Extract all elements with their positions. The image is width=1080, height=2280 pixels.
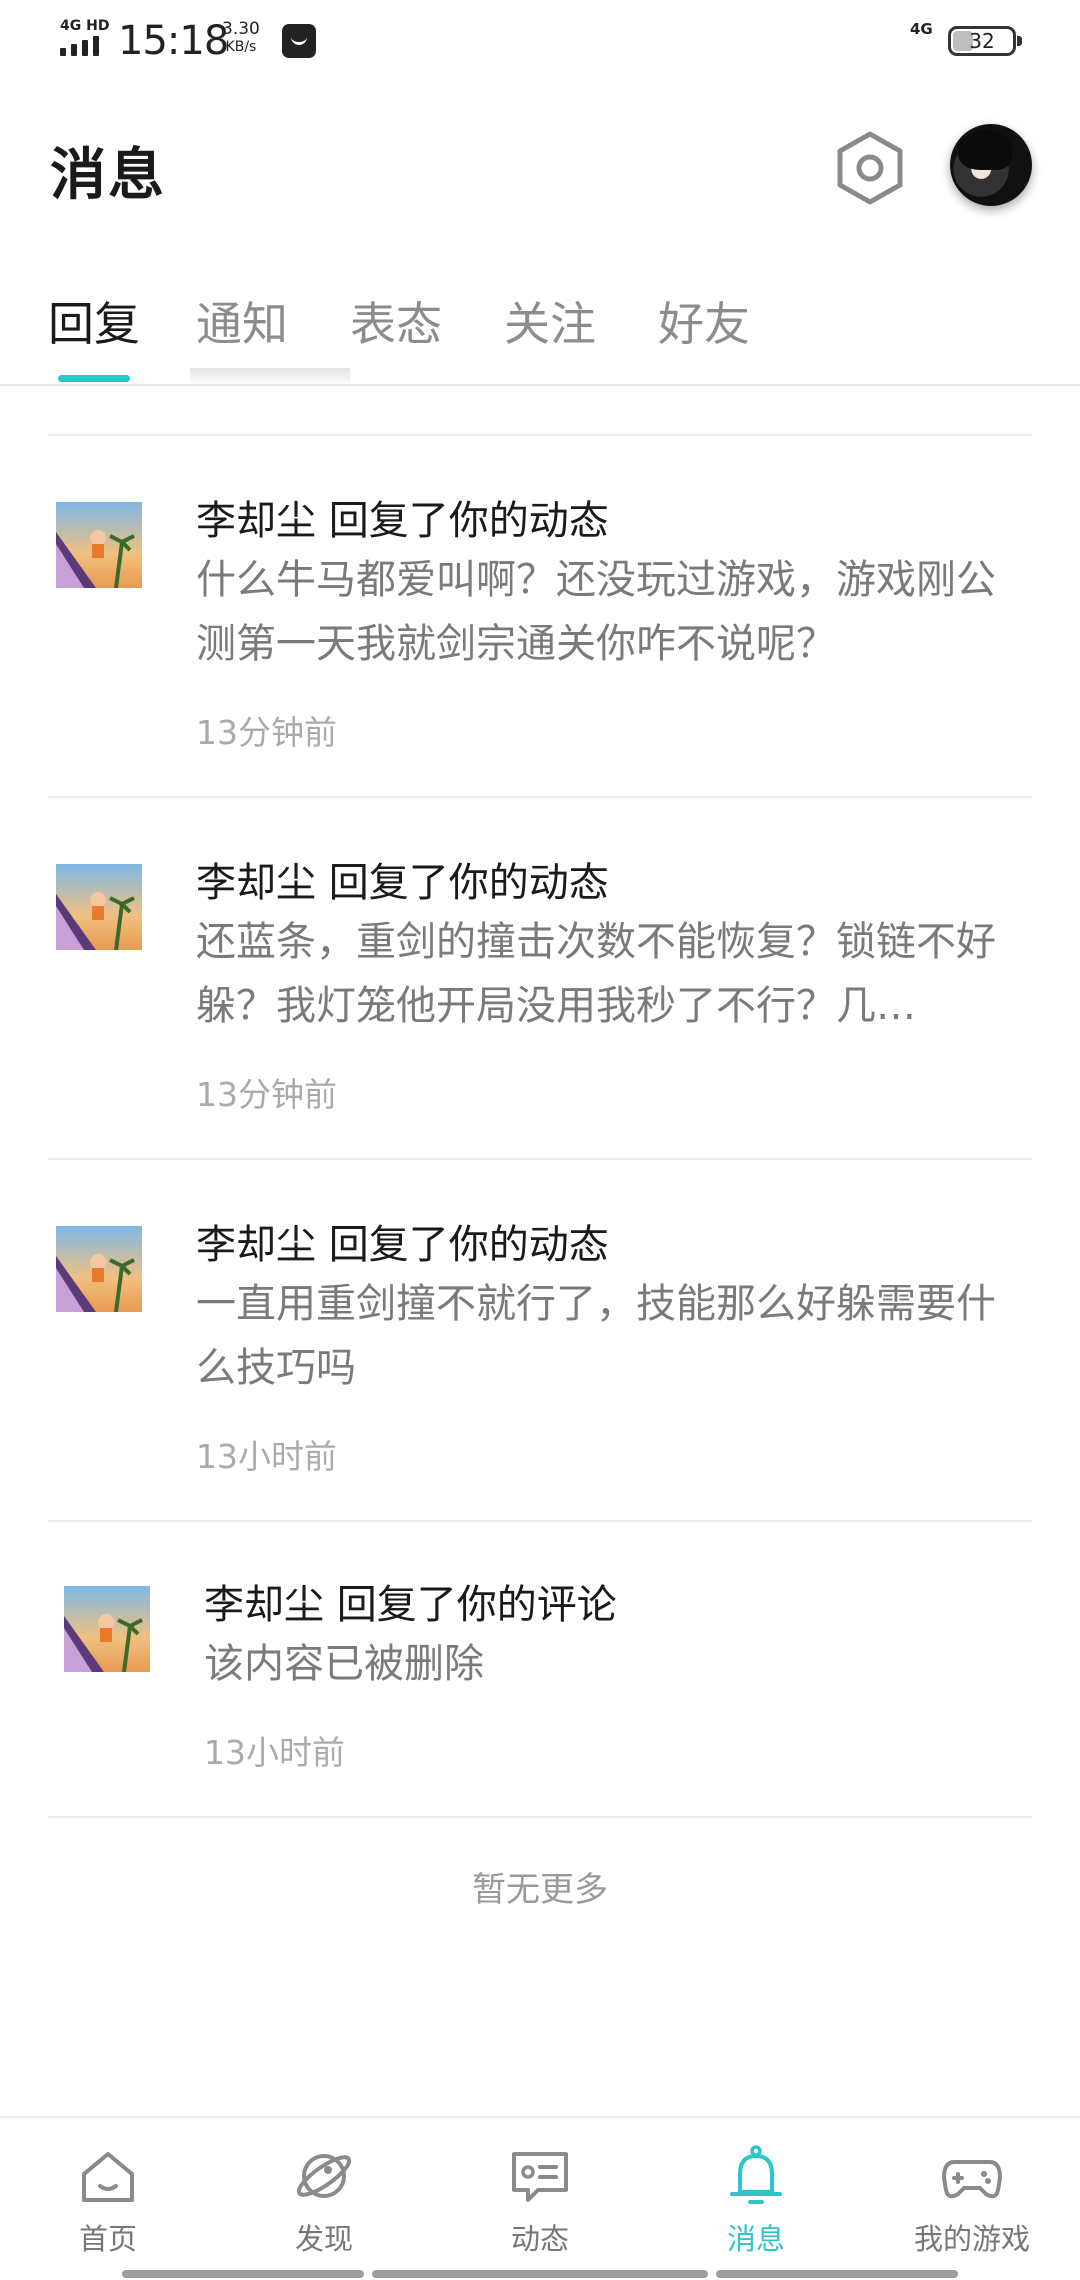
status-bar: 4G HD 15:18 3.30 KB/s 4G 32 — [0, 0, 1080, 84]
gesture-bar — [716, 2270, 958, 2278]
sender-avatar — [56, 864, 142, 950]
nav-home[interactable]: 首页 — [23, 2128, 193, 2258]
chat-card-icon — [512, 2152, 568, 2202]
tab-friends[interactable]: 好友 — [658, 288, 750, 354]
bell-icon — [730, 2145, 782, 2204]
signal-strength-icon — [60, 36, 99, 56]
notification-app-icon — [282, 24, 316, 58]
message-title: 李却尘 回复了你的动态 — [196, 1222, 609, 1268]
tab-notifications[interactable]: 通知 — [196, 288, 288, 354]
user-avatar[interactable] — [950, 124, 1032, 206]
status-time: 15:18 — [118, 18, 229, 64]
message-time: 13小时前 — [196, 1437, 337, 1476]
nav-discover[interactable]: 发现 — [239, 2128, 409, 2258]
page-title: 消息 — [50, 143, 166, 208]
message-body: 一直用重剑撞不就行了，技能那么好躲需要什么技巧吗 — [196, 1281, 996, 1391]
gesture-bar — [372, 2270, 708, 2278]
sender-avatar — [56, 1226, 142, 1312]
tab-follows[interactable]: 关注 — [504, 288, 596, 354]
nav-messages-label: 消息 — [726, 2222, 785, 2256]
tab-reactions[interactable]: 表态 — [350, 288, 442, 354]
mobile-data-indicator: 4G — [910, 20, 933, 38]
message-title: 李却尘 回复了你的动态 — [196, 860, 609, 906]
settings-button[interactable] — [830, 128, 910, 208]
home-icon — [82, 2152, 134, 2202]
list-end-text: 暂无更多 — [472, 1870, 608, 1910]
message-item[interactable]: 李却尘 回复了你的动态 还蓝条，重剑的撞击次数不能恢复？锁链不好躲？我灯笼他开局… — [0, 798, 1080, 1158]
planet-icon — [296, 2154, 352, 2198]
bottom-navigation: 首页 发现 动态 消息 我的游戏 — [0, 2116, 1080, 2280]
nav-home-label: 首页 — [78, 2222, 137, 2256]
message-title: 李却尘 回复了你的动态 — [196, 498, 609, 544]
nav-my-games[interactable]: 我的游戏 — [887, 2128, 1057, 2258]
nav-my-games-label: 我的游戏 — [913, 2222, 1030, 2256]
network-type-indicator: 4G HD — [60, 18, 110, 34]
battery-level: 32 — [969, 29, 995, 53]
battery-icon: 32 — [948, 26, 1022, 56]
message-item[interactable]: 李却尘 回复了你的动态 一直用重剑撞不就行了，技能那么好躲需要什么技巧吗 13小… — [0, 1160, 1080, 1520]
message-body: 什么牛马都爱叫啊？还没玩过游戏，游戏刚公测第一天我就剑宗通关你咋不说呢？ — [196, 557, 996, 667]
sender-avatar — [64, 1586, 150, 1672]
sender-avatar — [56, 502, 142, 588]
nav-discover-label: 发现 — [294, 2222, 353, 2256]
nav-feed-label: 动态 — [510, 2222, 569, 2256]
network-speed-unit: KB/s — [225, 39, 257, 55]
message-body: 还蓝条，重剑的撞击次数不能恢复？锁链不好躲？我灯笼他开局没用我秒了不行？几… — [196, 919, 996, 1029]
network-speed: 3.30 KB/s — [222, 20, 260, 56]
scrolled-content-peek — [190, 368, 350, 386]
gesture-bar — [122, 2270, 364, 2278]
settings-hexagon-icon — [837, 131, 903, 205]
active-tab-indicator — [58, 375, 130, 382]
message-title: 李却尘 回复了你的评论 — [204, 1582, 617, 1628]
divider — [48, 1816, 1032, 1818]
gamepad-icon — [942, 2160, 1002, 2199]
network-speed-value: 3.30 — [222, 19, 260, 39]
message-item[interactable]: 李却尘 回复了你的动态 什么牛马都爱叫啊？还没玩过游戏，游戏刚公测第一天我就剑宗… — [0, 436, 1080, 796]
message-tabs: 回复 通知 表态 关注 好友 — [0, 280, 1080, 386]
message-time: 13分钟前 — [196, 1075, 337, 1114]
nav-messages[interactable]: 消息 — [671, 2128, 841, 2258]
message-body: 该内容已被删除 — [204, 1641, 484, 1687]
message-time: 13分钟前 — [196, 713, 337, 752]
message-time: 13小时前 — [204, 1733, 345, 1772]
message-item[interactable]: 李却尘 回复了你的评论 该内容已被删除 13小时前 — [0, 1522, 1080, 1816]
tab-replies[interactable]: 回复 — [48, 288, 140, 354]
nav-feed[interactable]: 动态 — [455, 2128, 625, 2258]
